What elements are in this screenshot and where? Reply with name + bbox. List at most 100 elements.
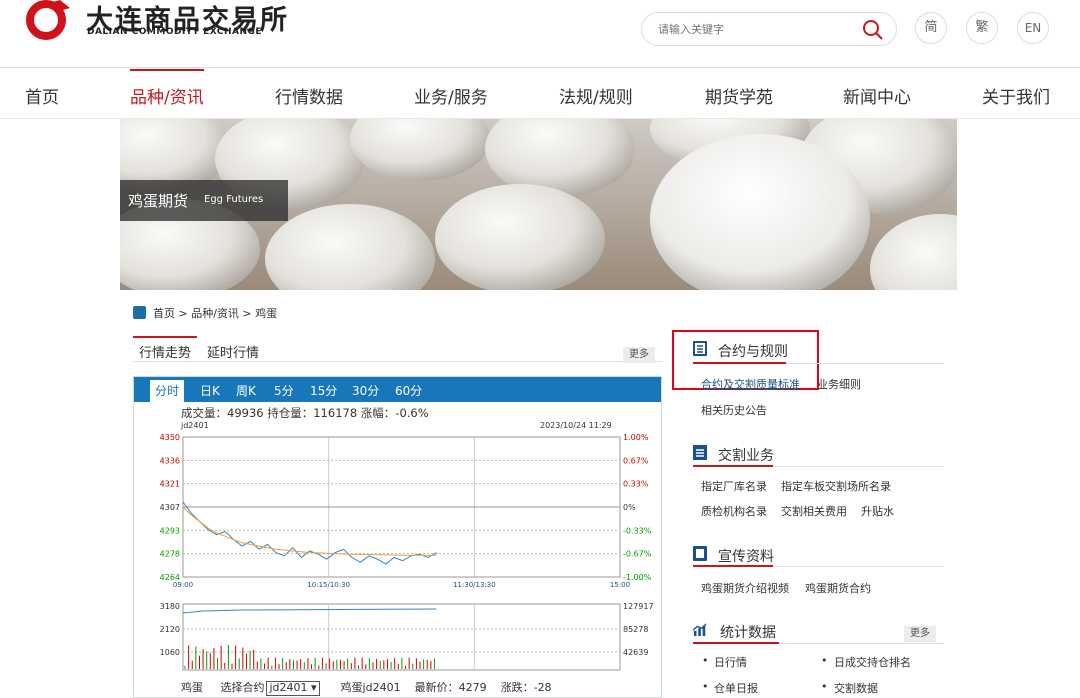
section-underline (693, 362, 786, 364)
section-underline (693, 642, 779, 644)
main-nav: 首页 品种/资讯 行情数据 业务/服务 法规/规则 期货学苑 新闻中心 关于我们 (0, 69, 1080, 119)
section-title-contract-rules: 合约与规则 (718, 344, 788, 360)
price-tick-label: 4278 (160, 550, 180, 559)
oi-tick-label: 85278 (623, 625, 648, 634)
open-interest-line (182, 608, 437, 614)
section-underline (693, 565, 773, 567)
nav-item-business[interactable]: 业务/服务 (414, 83, 488, 108)
intraday-chart: 4350 1.00% 4336 0.67% 4321 0.33% 4307 0% 4293 -0.… (160, 433, 654, 671)
price-tick-label: 4336 (160, 456, 180, 465)
banner-title-en: Egg Futures (204, 194, 264, 205)
contract-select-value: jd2401 (269, 680, 308, 694)
breadcrumb[interactable]: 首页 > 品种/资讯 > 鸡蛋 (153, 305, 277, 321)
pct-tick-label: 0.33% (623, 480, 649, 489)
chart-stats: 成交量：49936 持仓量：116178 涨幅：-0.6% (181, 406, 429, 420)
list-item: • (821, 680, 828, 693)
link-premium-discount[interactable]: 升贴水 (861, 503, 894, 519)
price-tick-label: 4307 (160, 503, 180, 512)
time-tick-label: 15:00 (610, 581, 630, 589)
link-warehouse-receipts[interactable]: 仓单日报 (714, 680, 758, 696)
average-price-line (182, 506, 437, 556)
statistics-chart-icon (693, 623, 707, 637)
nav-item-market-data[interactable]: 行情数据 (275, 83, 343, 108)
footer-change: 涨跌：-28 (500, 681, 552, 694)
chart-tab-30min[interactable]: 30分 (352, 382, 379, 402)
nav-item-about[interactable]: 关于我们 (982, 83, 1050, 108)
contract-select[interactable]: jd2401 ▾ (266, 680, 320, 696)
site-header: 大连商品交易所 DALIAN COMMODITY EXCHANGE 简 繁 EN (0, 0, 1080, 68)
lang-traditional-button[interactable]: 繁 (966, 12, 998, 44)
price-tick-label: 4293 (160, 526, 180, 535)
nav-item-products[interactable]: 品种/资讯 (130, 83, 204, 108)
list-item: • (702, 654, 709, 667)
link-history-notices[interactable]: 相关历史公告 (701, 402, 767, 418)
volume-tick-label: 3180 (160, 602, 180, 611)
chart-tab-15min[interactable]: 15分 (310, 382, 337, 402)
link-inspection-list[interactable]: 质检机构名录 (701, 503, 767, 519)
quote-chart-panel: 分时 日K 周K 5分 15分 30分 60分 成交量：49936 持仓量：11… (133, 376, 662, 698)
chart-tab-daily-k[interactable]: 日K (200, 382, 220, 402)
time-tick-label: 09:00 (173, 581, 193, 589)
search-input[interactable] (658, 20, 848, 38)
link-business-rules[interactable]: 业务细则 (817, 376, 861, 392)
banner-title-cn: 鸡蛋期货 (128, 192, 189, 210)
nav-item-academy[interactable]: 期货学苑 (705, 83, 773, 108)
link-truck-delivery-list[interactable]: 指定车板交割场所名录 (781, 478, 891, 494)
chart-period-tabs: 分时 日K 周K 5分 15分 30分 60分 (134, 377, 661, 402)
search-box (641, 12, 897, 46)
section-title-delivery: 交割业务 (718, 448, 774, 464)
egg-banner: 鸡蛋期货 Egg Futures (120, 119, 957, 290)
section-title-promo: 宣传资料 (718, 549, 774, 565)
promo-doc-icon (693, 546, 707, 561)
chart-footer: 鸡蛋 选择合约 jd2401 ▾ 鸡蛋jd2401 最新价：4279 涨跌：-28 (181, 679, 552, 696)
volume-tick-label: 2120 (160, 625, 180, 634)
footer-last-price: 最新价：4279 (414, 681, 487, 694)
contract-code: jd2401 (181, 421, 209, 430)
document-icon (693, 341, 707, 356)
chart-tab-intraday[interactable]: 分时 (150, 380, 185, 402)
dce-logo-icon[interactable] (26, 0, 74, 42)
link-contract-quality-standard[interactable]: 合约及交割质量标准 (701, 376, 800, 392)
link-delivery-fees[interactable]: 交割相关费用 (781, 503, 847, 519)
time-tick-label: 10:15/10:30 (307, 581, 350, 589)
link-daily-quotes[interactable]: 日行情 (714, 654, 747, 670)
search-icon[interactable] (861, 18, 885, 42)
market-tabs: 行情走势 延时行情 更多 (133, 336, 662, 363)
nav-item-regulations[interactable]: 法规/规则 (559, 83, 633, 108)
link-intro-video[interactable]: 鸡蛋期货介绍视频 (701, 580, 789, 596)
chart-tab-5min[interactable]: 5分 (274, 382, 294, 402)
banner-label: 鸡蛋期货 Egg Futures (120, 180, 288, 221)
section-underline (693, 465, 773, 467)
footer-select-label: 选择合约 (220, 681, 265, 694)
nav-item-news[interactable]: 新闻中心 (843, 83, 911, 108)
list-item: • (821, 654, 828, 667)
home-icon (133, 306, 146, 319)
link-egg-contract[interactable]: 鸡蛋期货合约 (805, 580, 871, 596)
link-daily-ranking[interactable]: 日成交持仓排名 (834, 654, 911, 670)
lang-english-button[interactable]: EN (1017, 12, 1049, 44)
lang-simplified-button[interactable]: 简 (915, 12, 947, 44)
statistics-more-button[interactable]: 更多 (904, 626, 936, 642)
logo-title-en: DALIAN COMMODITY EXCHANGE (87, 27, 263, 37)
pct-tick-label: 0% (623, 503, 636, 512)
tab-market-trend[interactable]: 行情走势 (133, 336, 198, 361)
market-more-button[interactable]: 更多 (623, 347, 655, 363)
footer-product-name: 鸡蛋 (181, 681, 203, 694)
tab-delayed-quotes[interactable]: 延时行情 (207, 342, 259, 362)
pct-tick-label: 1.00% (623, 433, 649, 442)
chart-timestamp: 2023/10/24 11:29 (540, 421, 612, 430)
price-tick-label: 4321 (160, 480, 180, 489)
pct-tick-label: -0.33% (623, 526, 652, 535)
chart-tab-60min[interactable]: 60分 (395, 382, 422, 402)
volume-tick-label: 1060 (160, 648, 180, 657)
nav-active-indicator (130, 69, 204, 71)
nav-item-home[interactable]: 首页 (25, 83, 59, 108)
link-delivery-data[interactable]: 交割数据 (834, 680, 878, 696)
section-title-statistics: 统计数据 (720, 625, 776, 641)
chart-tab-weekly-k[interactable]: 周K (236, 382, 256, 402)
oi-tick-label: 42639 (623, 648, 648, 657)
delivery-doc-icon (693, 445, 707, 460)
link-warehouse-list[interactable]: 指定厂库名录 (701, 478, 767, 494)
pct-tick-label: -0.67% (623, 550, 652, 559)
footer-contract: 鸡蛋jd2401 (340, 681, 401, 694)
